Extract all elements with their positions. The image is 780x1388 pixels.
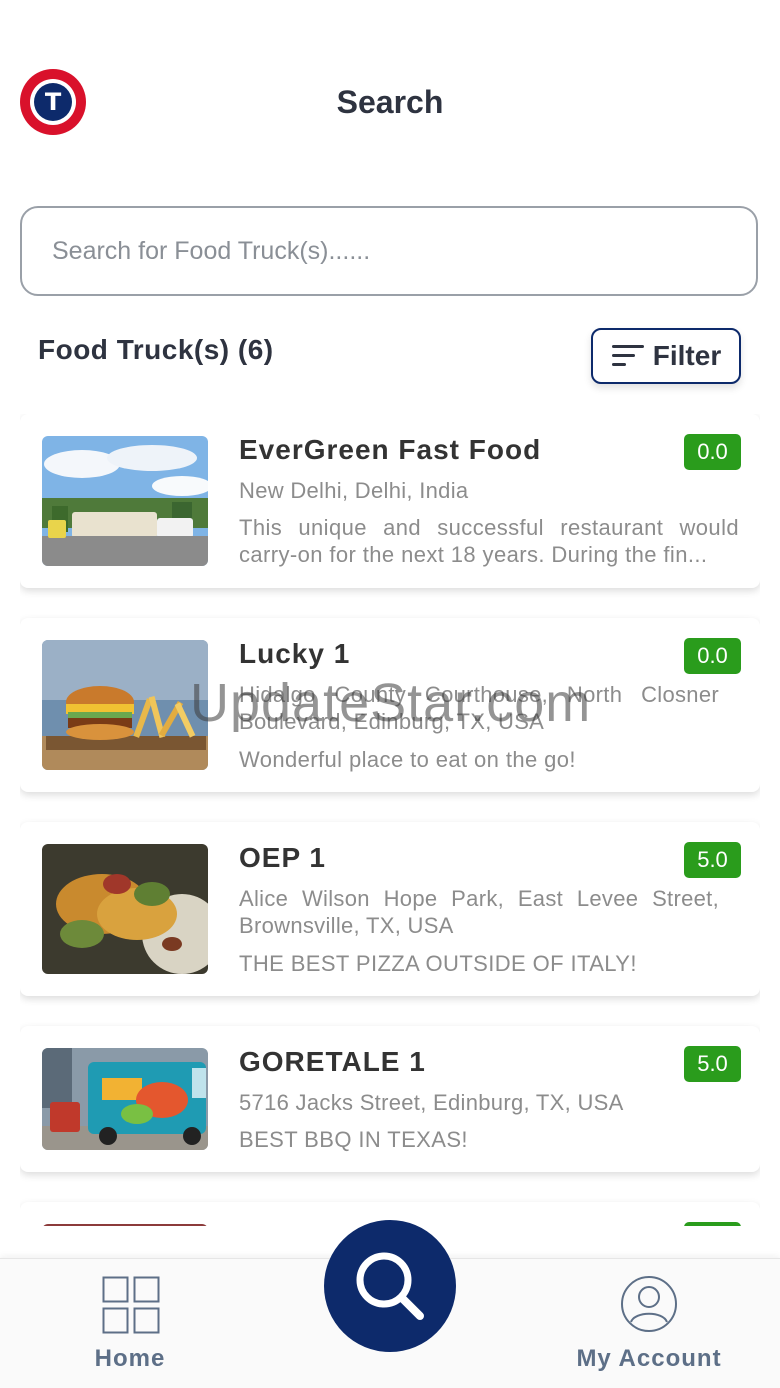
food-truck-description: Wonderful place to eat on the go! — [239, 747, 576, 772]
search-field[interactable] — [20, 206, 758, 296]
header: T Search — [0, 0, 780, 180]
rating-badge: 0.0 — [684, 638, 741, 674]
search-input[interactable] — [50, 230, 714, 272]
food-truck-description: BEST BBQ IN TEXAS! — [239, 1127, 468, 1152]
rating-badge: 0.0 — [684, 434, 741, 470]
rating-badge — [684, 1222, 741, 1226]
nav-home[interactable]: Home — [30, 1259, 230, 1388]
filter-icon — [611, 345, 644, 366]
food-truck-card[interactable]: OEP 1 Alice Wilson Hope Park, East Levee… — [20, 822, 760, 996]
rating-badge: 5.0 — [684, 842, 741, 878]
food-truck-description: THE BEST PIZZA OUTSIDE OF ITALY! — [239, 951, 637, 976]
food-truck-description: This unique and successful restaurant wo… — [239, 515, 739, 567]
food-truck-name: Lucky 1 — [239, 638, 351, 669]
grid-icon — [102, 1276, 160, 1334]
food-truck-address: Alice Wilson Hope Park, East Levee Stree… — [239, 886, 719, 938]
food-truck-address: Hidalgo County Courthouse, North Closner… — [239, 682, 719, 734]
search-fab-button[interactable] — [324, 1220, 456, 1352]
rating-badge: 5.0 — [684, 1046, 741, 1082]
food-truck-name: OEP 1 — [239, 842, 326, 873]
food-truck-image — [42, 844, 208, 974]
food-truck-card[interactable]: GORETALE 1 5716 Jacks Street, Edinburg, … — [20, 1026, 760, 1172]
food-truck-image — [42, 1224, 208, 1226]
filter-button[interactable]: Filter — [591, 328, 741, 384]
nav-my-account[interactable]: My Account — [549, 1259, 749, 1388]
food-truck-image — [42, 436, 208, 566]
account-icon — [621, 1276, 677, 1332]
search-icon — [356, 1252, 424, 1320]
food-truck-address: New Delhi, Delhi, India — [239, 478, 469, 503]
page-title: Search — [336, 84, 444, 120]
food-truck-name: GORETALE 1 — [239, 1046, 426, 1077]
nav-my-account-label: My Account — [576, 1345, 722, 1372]
food-truck-list: EverGreen Fast Food New Delhi, Delhi, In… — [20, 414, 760, 1226]
filter-label: Filter — [652, 340, 722, 371]
food-truck-name: EverGreen Fast Food — [239, 434, 542, 465]
nav-home-label: Home — [94, 1345, 166, 1372]
food-truck-card[interactable]: Lucky 1 Hidalgo County Courthouse, North… — [20, 618, 760, 792]
food-truck-address: 5716 Jacks Street, Edinburg, TX, USA — [239, 1090, 624, 1115]
results-count-heading: Food Truck(s) (6) — [38, 334, 274, 365]
food-truck-image — [42, 640, 208, 770]
food-truck-card[interactable]: EverGreen Fast Food New Delhi, Delhi, In… — [20, 414, 760, 588]
food-truck-image — [42, 1048, 208, 1150]
